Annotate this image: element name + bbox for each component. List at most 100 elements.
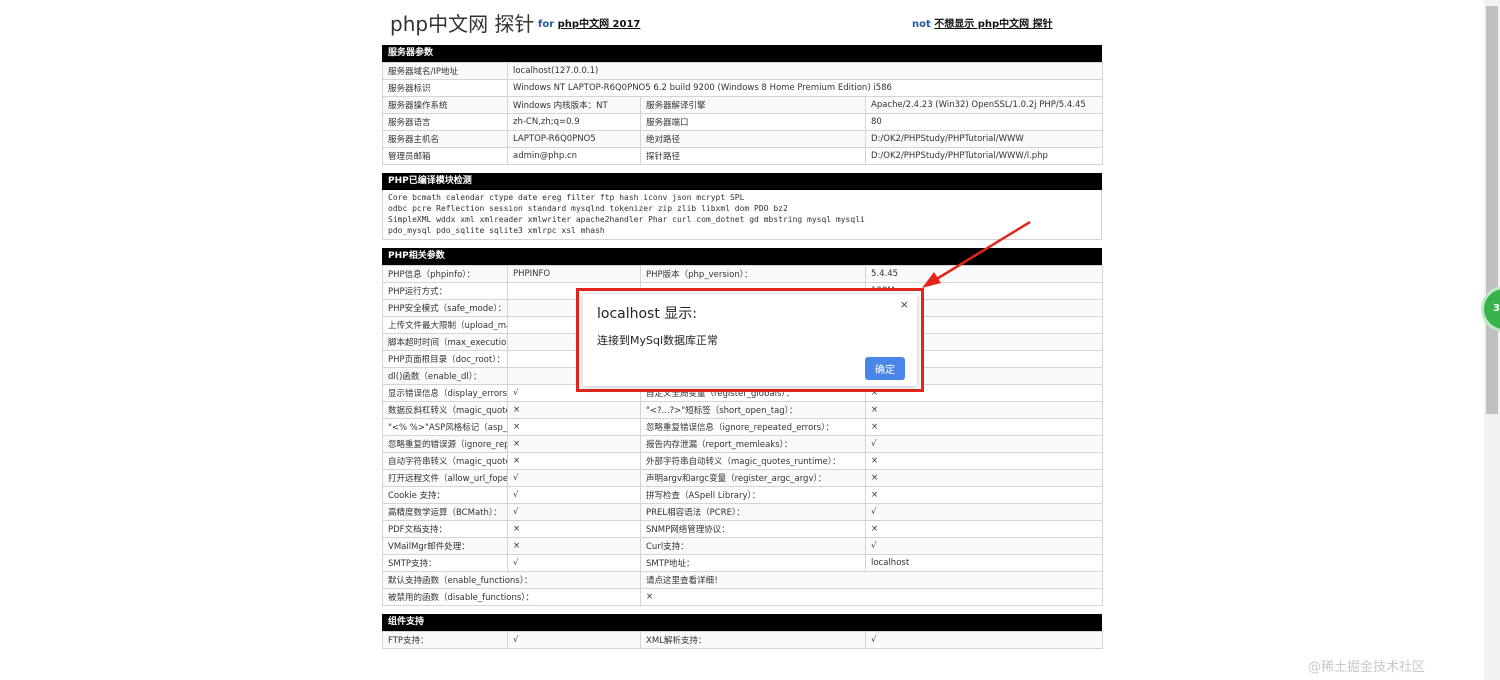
param-label: 忽略重复错误信息（ignore_repeated_errors）：: [640, 418, 866, 436]
param-label: 忽略重复的错误源（ignore_repeated_source）：: [382, 435, 508, 453]
param-value: ×: [507, 401, 641, 419]
param-value: ×: [865, 452, 1103, 470]
not-keyword: not: [912, 19, 931, 30]
components-section-heading: 组件支持: [382, 614, 1102, 631]
param-label: PREL相容语法（PCRE）：: [640, 503, 866, 521]
page-header: php中文网 探针 for php中文网 2017 not 不想显示 php中文…: [382, 0, 1102, 42]
param-value: ×: [507, 520, 641, 538]
components-section: 组件支持 FTP支持： √ XML解析支持： √: [382, 614, 1103, 649]
param-value: LAPTOP-R6Q0PNO5: [507, 130, 641, 148]
param-label: 探针路径: [640, 147, 866, 165]
page-title: php中文网 探针: [390, 12, 535, 36]
param-value: ×: [507, 418, 641, 436]
param-value: ×: [865, 418, 1103, 436]
param-value: ×: [865, 401, 1103, 419]
table-row: SMTP支持： √ SMTP地址： localhost: [382, 554, 1103, 572]
param-value: D:/OK2/PHPStudy/PHPTutorial/WWW/l.php: [864, 147, 1104, 165]
modules-list: Core bcmath calendar ctype date ereg fil…: [382, 190, 1102, 240]
table-row: VMailMgr邮件处理： × Curl支持： √: [382, 537, 1103, 555]
param-value: D:/OK2/PHPStudy/PHPTutorial/WWW: [864, 130, 1104, 148]
server-section: 服务器参数 服务器域名/IP地址 localhost(127.0.0.1) 服务器标…: [382, 45, 1104, 165]
module-line: SimpleXML wddx xml xmlreader xmlwriter a…: [388, 215, 865, 224]
param-value: Windows NT LAPTOP-R6Q0PNO5 6.2 build 920…: [506, 79, 1104, 97]
param-label: Curl支持：: [640, 537, 866, 555]
param-value: localhost: [865, 554, 1103, 572]
modules-section: PHP已编译模块检测 Core bcmath calendar ctype da…: [382, 173, 1102, 240]
param-value[interactable]: 请点这里查看详细！: [640, 571, 1103, 589]
param-label: 默认支持函数（enable_functions）：: [382, 571, 641, 589]
param-value: √: [865, 435, 1103, 453]
param-value: 80: [864, 113, 1104, 131]
param-value: ×: [507, 537, 641, 555]
param-label: SMTP地址：: [640, 554, 866, 572]
server-section-heading: 服务器参数: [382, 45, 1102, 62]
param-value[interactable]: PHPINFO: [507, 265, 641, 283]
param-label: 声明argv和argc变量（register_argc_argv）：: [640, 469, 866, 487]
param-label: 报告内存泄漏（report_memleaks）：: [640, 435, 866, 453]
scrollbar-thumb[interactable]: [1486, 6, 1498, 414]
param-label: 外部字符串自动转义（magic_quotes_runtime）：: [640, 452, 866, 470]
param-label: XML解析支持：: [640, 631, 866, 649]
param-label: 服务器标识: [382, 79, 508, 97]
table-row: 服务器语言 zh-CN,zh;q=0.9 服务器端口 80: [382, 113, 1104, 131]
close-icon[interactable]: ×: [900, 298, 909, 311]
table-row: 默认支持函数（enable_functions）： 请点这里查看详细！: [382, 571, 1103, 589]
param-value: ×: [507, 435, 641, 453]
table-row: PHP信息（phpinfo）： PHPINFO PHP版本（php_version）…: [382, 265, 1103, 283]
param-value: Windows 内核版本：NT: [507, 96, 641, 114]
param-label: SMTP支持：: [382, 554, 508, 572]
param-value: √: [507, 503, 641, 521]
module-line: odbc pcre Reflection session standard my…: [388, 204, 788, 213]
alert-dialog-body: localhost 显示: × 连接到MySql数据库正常 确定: [583, 294, 917, 386]
param-value: √: [865, 503, 1103, 521]
table-row: 被禁用的函数（disable_functions）： ×: [382, 588, 1103, 606]
hide-line: not 不想显示 php中文网 探针: [912, 15, 1053, 30]
param-value: Apache/2.4.23 (Win32) OpenSSL/1.0.2j PHP…: [864, 96, 1104, 114]
param-value: √: [507, 554, 641, 572]
table-row: 高精度数学运算（BCMath）： √ PREL相容语法（PCRE）： √: [382, 503, 1103, 521]
param-label: 数据反斜杠转义（magic_quotes_gpc）：: [382, 401, 508, 419]
param-label: 服务器解译引擎: [640, 96, 866, 114]
param-value: zh-CN,zh;q=0.9: [507, 113, 641, 131]
param-value: √: [865, 537, 1103, 555]
hide-probe-link[interactable]: 不想显示 php中文网 探针: [934, 19, 1052, 30]
table-row: 服务器域名/IP地址 localhost(127.0.0.1): [382, 62, 1104, 80]
param-label: Cookie 支持：: [382, 486, 508, 504]
table-row: 服务器主机名 LAPTOP-R6Q0PNO5 绝对路径 D:/OK2/PHPStudy…: [382, 130, 1104, 148]
param-label: PHP版本（php_version）：: [640, 265, 866, 283]
for-line: for php中文网 2017: [538, 15, 640, 30]
param-value: admin@php.cn: [507, 147, 641, 165]
param-label: 显示错误信息（display_errors）：: [382, 384, 508, 402]
table-row: 数据反斜杠转义（magic_quotes_gpc）：×"<?...?>"短标签（…: [382, 401, 1103, 419]
param-label: 拼写检查（ASpell Library）：: [640, 486, 866, 504]
table-row: "<% %>"ASP风格标记（asp_tags）：×忽略重复错误信息（ignor…: [382, 418, 1103, 436]
dialog-message: 连接到MySql数据库正常: [597, 334, 719, 347]
table-row: 忽略重复的错误源（ignore_repeated_source）：×报告内存泄漏…: [382, 435, 1103, 453]
param-label: 服务器操作系统: [382, 96, 508, 114]
param-value: ×: [507, 452, 641, 470]
param-label: 服务器域名/IP地址: [382, 62, 508, 80]
table-row: 服务器标识 Windows NT LAPTOP-R6Q0PNO5 6.2 buil…: [382, 79, 1104, 97]
table-row: 自动字符串转义（magic_quotes_gpc）：×外部字符串自动转义（mag…: [382, 452, 1103, 470]
table-row: Cookie 支持： √ 拼写检查（ASpell Library）： ×: [382, 486, 1103, 504]
param-label: "<?...?>"短标签（short_open_tag）：: [640, 401, 866, 419]
param-label: PHP运行方式：: [382, 282, 508, 300]
page-scrollbar[interactable]: [1484, 0, 1500, 680]
for-keyword: for: [538, 19, 555, 30]
param-label: FTP支持：: [382, 631, 508, 649]
param-label: 服务器端口: [640, 113, 866, 131]
param-label: "<% %>"ASP风格标记（asp_tags）：: [382, 418, 508, 436]
server-table: 服务器域名/IP地址 localhost(127.0.0.1) 服务器标识 Windo…: [382, 62, 1104, 165]
param-label: PHP安全模式（safe_mode）：: [382, 299, 508, 317]
table-row: 打开远程文件（allow_url_fopen）：√声明argv和argc变量（r…: [382, 469, 1103, 487]
param-label: PDF文档支持：: [382, 520, 508, 538]
module-line: Core bcmath calendar ctype date ereg fil…: [388, 193, 745, 202]
param-label: VMailMgr邮件处理：: [382, 537, 508, 555]
param-label: 服务器语言: [382, 113, 508, 131]
param-label: PHP信息（phpinfo）：: [382, 265, 508, 283]
table-row: 管理员邮箱 admin@php.cn 探针路径 D:/OK2/PHPStudy/PHP…: [382, 147, 1104, 165]
ok-button[interactable]: 确定: [865, 357, 905, 380]
php-section-heading: PHP相关参数: [382, 248, 1102, 265]
table-row: 服务器操作系统 Windows 内核版本：NT 服务器解译引擎 Apache/2.4.…: [382, 96, 1104, 114]
php-cn-link[interactable]: php中文网 2017: [558, 19, 641, 30]
